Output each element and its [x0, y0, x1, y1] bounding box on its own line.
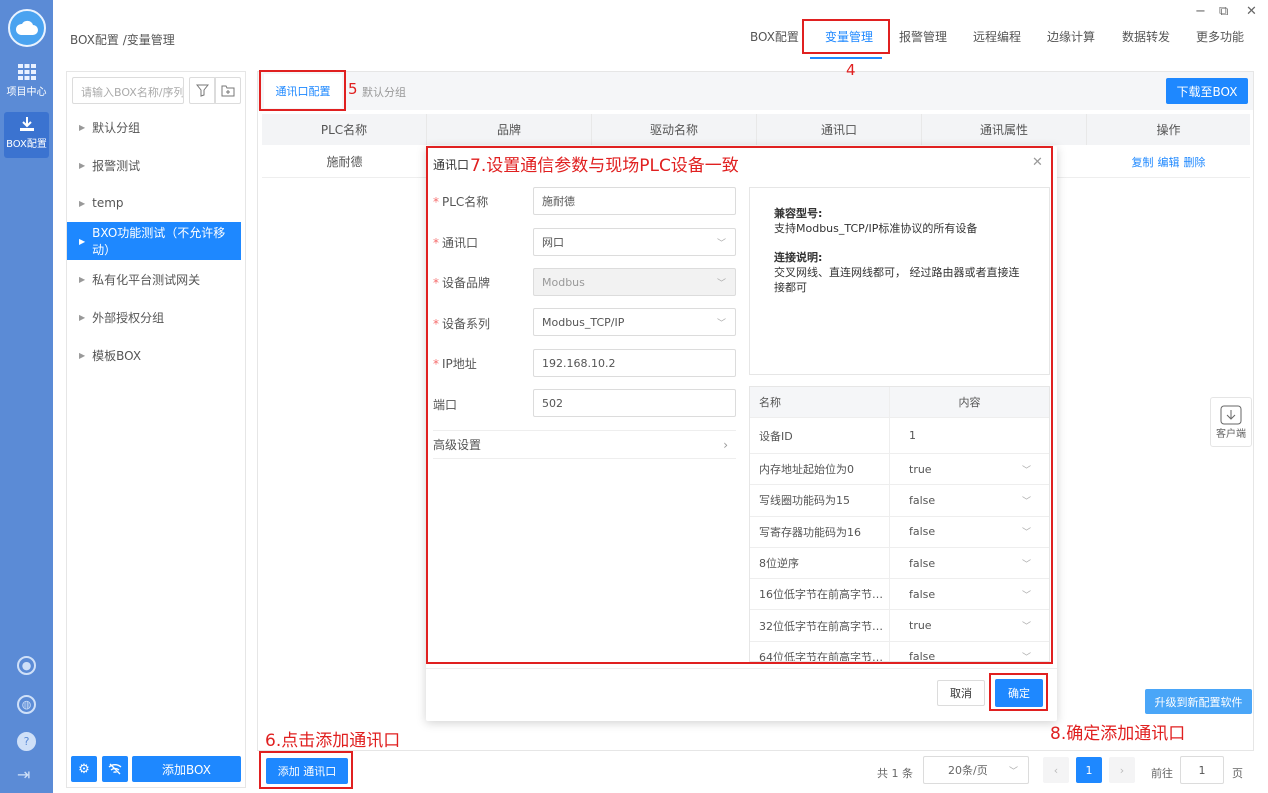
next-page-button[interactable]: ›	[1109, 757, 1135, 783]
user-icon[interactable]: ●	[17, 656, 36, 675]
box-search-input[interactable]: 请输入BOX名称/序列	[72, 77, 184, 104]
page-number-current[interactable]: 1	[1076, 757, 1102, 783]
caret-right-icon: ▶	[79, 198, 86, 208]
annotation-box-step6	[259, 751, 353, 789]
globe-icon[interactable]: ◍	[17, 695, 36, 714]
tab-data-forwarding[interactable]: 数据转发	[1122, 28, 1170, 45]
logout-icon[interactable]: ⇥	[17, 765, 30, 784]
col-port: 通讯口	[757, 114, 922, 145]
sidebar-item-external-auth[interactable]: ▶ 外部授权分组	[67, 298, 241, 336]
download-box-icon	[1220, 405, 1242, 424]
client-download-widget[interactable]: 客户端	[1210, 397, 1252, 447]
close-icon[interactable]: ✕	[1246, 4, 1257, 19]
gear-icon[interactable]: ⚙	[71, 756, 97, 782]
tab-remote-programming[interactable]: 远程编程	[973, 28, 1021, 45]
cancel-button[interactable]: 取消	[937, 680, 985, 706]
sidebar-item-template-box[interactable]: ▶ 模板BOX	[67, 336, 241, 374]
caret-right-icon: ▶	[79, 274, 86, 284]
breadcrumb: BOX配置 /变量管理	[70, 33, 175, 47]
cell-plc-name: 施耐德	[326, 155, 363, 169]
help-icon[interactable]: ?	[17, 732, 36, 751]
restore-icon[interactable]: ⧉	[1219, 4, 1228, 19]
edit-link[interactable]: 编辑	[1158, 154, 1180, 170]
download-icon	[19, 117, 34, 131]
col-plc-name: PLC名称	[262, 114, 427, 145]
col-properties: 通讯属性	[922, 114, 1087, 145]
cloud-logo-icon	[8, 9, 46, 47]
filter-icon[interactable]	[189, 77, 216, 104]
caret-right-icon: ▶	[79, 236, 86, 246]
page-suffix: 页	[1232, 767, 1243, 780]
col-actions: 操作	[1156, 123, 1181, 137]
annotation-box-step8	[989, 673, 1048, 711]
rail-item-box-config[interactable]: BOX配置	[0, 116, 53, 150]
prev-page-button[interactable]: ‹	[1043, 757, 1069, 783]
col-driver: 驱动名称	[592, 114, 757, 145]
caret-right-icon: ▶	[79, 160, 86, 170]
tab-box-config[interactable]: BOX配置	[750, 28, 799, 45]
caret-right-icon: ▶	[79, 312, 86, 322]
page-size-select[interactable]: 20条/页 ﹀	[923, 756, 1029, 784]
annotation-step4: 4	[846, 61, 856, 79]
tab-default-group[interactable]: 默认分组	[362, 84, 406, 100]
sidebar-item-private-gateway[interactable]: ▶ 私有化平台测试网关	[67, 260, 241, 298]
annotation-step8: 8.确定添加通讯口	[1050, 724, 1186, 744]
tab-edge-computing[interactable]: 边缘计算	[1047, 28, 1095, 45]
active-tab-underline	[810, 57, 882, 59]
wifi-off-icon[interactable]	[102, 756, 128, 782]
sidebar-item-temp[interactable]: ▶ temp	[67, 184, 241, 222]
total-count: 共 1 条	[877, 767, 913, 780]
client-label: 客户端	[1216, 428, 1246, 440]
annotation-step5: 5	[348, 80, 358, 98]
subtab-bar	[258, 72, 1253, 110]
annotation-step7: 7.设置通信参数与现场PLC设备一致	[470, 156, 739, 176]
add-folder-icon[interactable]	[214, 77, 241, 104]
rail-label: BOX配置	[6, 139, 47, 150]
upgrade-config-software-button[interactable]: 升级到新配置软件	[1145, 689, 1252, 714]
table-header: PLC名称 品牌 驱动名称 通讯口 通讯属性 操作	[262, 114, 1250, 145]
minimize-icon[interactable]: −	[1195, 4, 1206, 19]
copy-link[interactable]: 复制	[1132, 154, 1154, 170]
caret-right-icon: ▶	[79, 350, 86, 360]
tab-more-functions[interactable]: 更多功能	[1196, 28, 1244, 45]
download-to-box-button[interactable]: 下载至BOX	[1166, 78, 1248, 104]
col-brand: 品牌	[427, 114, 592, 145]
chevron-down-icon: ﹀	[1008, 766, 1018, 777]
grid-icon	[17, 64, 36, 80]
annotation-box-step7	[426, 146, 1053, 664]
goto-page-input[interactable]: 1	[1180, 756, 1224, 784]
sidebar-item-default-group[interactable]: ▶ 默认分组	[67, 108, 241, 146]
goto-label: 前往	[1151, 767, 1173, 780]
sidebar-item-bxo-test[interactable]: ▶ BXO功能测试（不允许移动）	[67, 222, 241, 260]
dialog-footer-divider	[426, 668, 1057, 669]
cell-actions: 复制 编辑 删除	[1087, 146, 1250, 177]
add-box-button[interactable]: 添加BOX	[132, 756, 241, 782]
sidebar-item-alarm-test[interactable]: ▶ 报警测试	[67, 146, 241, 184]
annotation-box-step4	[802, 19, 890, 54]
annotation-box-step5	[259, 70, 346, 111]
annotation-step6: 6.点击添加通讯口	[265, 731, 401, 751]
rail-label: 项目中心	[6, 87, 47, 98]
tab-alarm-management[interactable]: 报警管理	[899, 28, 947, 45]
caret-right-icon: ▶	[79, 122, 86, 132]
delete-link[interactable]: 删除	[1184, 154, 1206, 170]
rail-item-projects[interactable]: 项目中心	[0, 64, 53, 98]
